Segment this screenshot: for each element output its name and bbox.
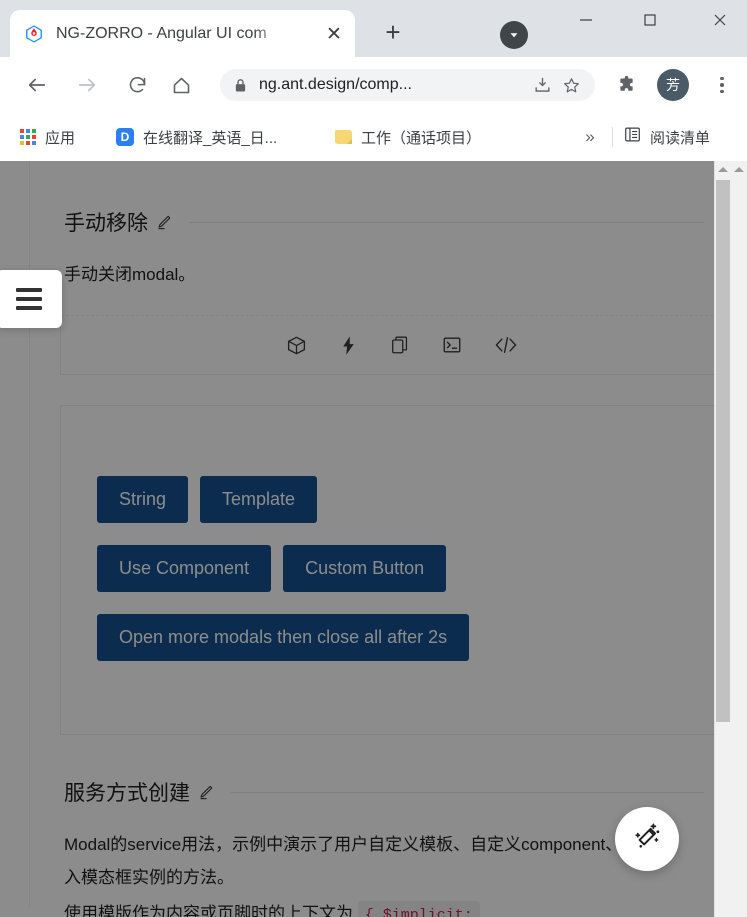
drawer-toggle-button[interactable] xyxy=(0,270,62,328)
browser-tab[interactable]: NG-ZORRO - Angular UI com ✕ xyxy=(10,10,355,57)
reading-list-icon xyxy=(624,126,641,148)
demo-card-manual-remove xyxy=(60,315,714,376)
deepl-icon: D xyxy=(116,128,134,146)
reload-icon[interactable] xyxy=(123,71,151,99)
template-button[interactable]: Template xyxy=(200,476,318,524)
open-more-modals-button[interactable]: Open more modals then close all after 2s xyxy=(97,614,470,662)
paragraph-prefix: 使用模版作为内容或页脚时的上下文为 xyxy=(64,903,353,917)
section-paragraph-manual-remove: 手动关闭modal。 xyxy=(64,265,196,284)
inline-code: { $implicit: xyxy=(357,900,480,917)
tab-title: NG-ZORRO - Angular UI com xyxy=(56,24,267,42)
reading-list-label: 阅读清单 xyxy=(650,129,711,147)
bookmark-fanyi[interactable]: D 在线翻译_英语_日... xyxy=(116,123,277,151)
bookmarks-bar: 应用 D 在线翻译_英语_日... 工作（通话项目） » 阅读清单 xyxy=(0,113,747,162)
string-button[interactable]: String xyxy=(97,476,189,524)
browser-toolbar: ng.ant.design/comp... 芳 xyxy=(0,57,747,113)
pencil-icon[interactable] xyxy=(156,214,173,231)
back-icon[interactable] xyxy=(23,71,51,99)
bookmark-work-folder[interactable]: 工作（通话项目） xyxy=(335,123,481,151)
lock-icon xyxy=(234,78,247,93)
lightning-icon[interactable] xyxy=(339,335,358,356)
button-row-2: Use Component Custom Button xyxy=(97,545,714,593)
codesandbox-icon[interactable] xyxy=(286,335,307,356)
hamburger-bar xyxy=(16,297,42,301)
ng-zorro-favicon xyxy=(24,24,44,44)
reading-list-button[interactable]: 阅读清单 xyxy=(624,123,710,151)
hamburger-bar xyxy=(16,288,42,292)
code-icon[interactable] xyxy=(494,335,518,355)
heading-rule xyxy=(231,791,704,793)
page-scrollbar[interactable] xyxy=(714,161,731,917)
extensions-icon[interactable] xyxy=(612,71,640,99)
page-viewport: 手动移除 手动关闭modal。 String Template Use Comp… xyxy=(0,161,747,917)
button-row-1: String Template xyxy=(97,476,714,524)
custom-button[interactable]: Custom Button xyxy=(283,545,447,593)
url-text: ng.ant.design/comp... xyxy=(259,76,412,93)
profile-avatar[interactable]: 芳 xyxy=(657,69,689,101)
section-heading-manual-remove: 手动移除 xyxy=(64,207,704,237)
bookmark-label: 应用 xyxy=(45,129,76,147)
apps-grid-icon xyxy=(20,129,36,145)
hamburger-bar xyxy=(16,306,42,310)
browser-scrollbar[interactable] xyxy=(731,161,747,917)
tab-strip: NG-ZORRO - Angular UI com ✕ + xyxy=(0,0,747,57)
doc-content: 手动移除 手动关闭modal。 String Template Use Comp… xyxy=(30,161,714,917)
scroll-up-arrow-icon[interactable] xyxy=(731,161,747,177)
section-paragraph-service-2: 使用模版作为内容或页脚时的上下文为 { $implicit: xyxy=(64,898,684,917)
use-component-button[interactable]: Use Component xyxy=(97,545,272,593)
folder-icon xyxy=(335,130,352,144)
window-maximize-button[interactable] xyxy=(627,0,673,40)
demo-card-service: String Template Use Component Custom But… xyxy=(60,405,714,736)
bookmark-star-icon[interactable] xyxy=(562,76,581,95)
bookmarks-divider xyxy=(612,127,613,147)
tab-close-icon[interactable]: ✕ xyxy=(323,23,345,45)
download-icon[interactable] xyxy=(533,76,552,95)
bookmark-label: 工作（通话项目） xyxy=(361,129,482,147)
theme-color-fab[interactable] xyxy=(615,807,679,871)
window-minimize-button[interactable] xyxy=(563,0,609,40)
button-row-3: Open more modals then close all after 2s xyxy=(97,614,714,662)
bookmark-apps[interactable]: 应用 xyxy=(20,123,75,151)
address-bar[interactable]: ng.ant.design/comp... xyxy=(220,69,595,101)
browser-window: NG-ZORRO - Angular UI com ✕ + ng.ant.des… xyxy=(0,0,747,917)
chrome-menu-icon[interactable] xyxy=(708,71,736,99)
scrollbar-thumb[interactable] xyxy=(716,180,730,722)
scrollbar-thumb[interactable] xyxy=(732,180,746,916)
bookmark-label: 在线翻译_英语_日... xyxy=(143,129,278,147)
home-icon[interactable] xyxy=(167,71,195,99)
terminal-icon[interactable] xyxy=(442,335,462,355)
window-close-button[interactable] xyxy=(697,0,743,40)
section-title: 手动移除 xyxy=(64,212,148,235)
scroll-up-arrow-icon[interactable] xyxy=(715,161,731,177)
forward-icon xyxy=(73,71,101,99)
tab-search-icon[interactable] xyxy=(500,21,528,49)
demo-action-toolbar xyxy=(61,315,714,374)
magic-wand-icon xyxy=(632,822,662,857)
heading-rule xyxy=(189,221,704,223)
new-tab-button[interactable]: + xyxy=(378,17,408,47)
copy-icon[interactable] xyxy=(390,335,410,355)
section-paragraph-service: Modal的service用法，示例中演示了用户自定义模板、自定义compone… xyxy=(64,835,674,887)
bookmarks-overflow-icon[interactable]: » xyxy=(578,124,602,150)
section-heading-service: 服务方式创建 xyxy=(64,777,704,807)
pencil-icon[interactable] xyxy=(198,784,215,801)
section-title: 服务方式创建 xyxy=(64,782,190,806)
web-page: 手动移除 手动关闭modal。 String Template Use Comp… xyxy=(0,161,714,917)
